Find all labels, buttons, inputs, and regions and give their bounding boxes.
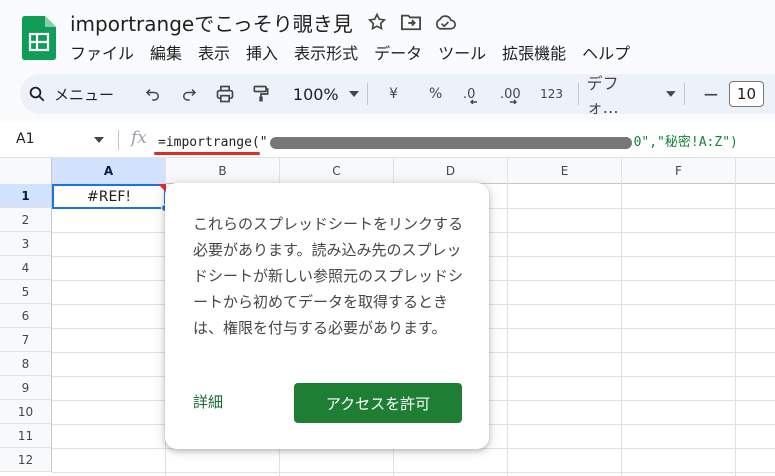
menu-bar: ファイル 編集 表示 挿入 表示形式 データ ツール 拡張機能 ヘルプ bbox=[70, 40, 646, 64]
row-header-10[interactable]: 10 bbox=[0, 400, 52, 424]
column-header-b[interactable]: B bbox=[166, 158, 280, 184]
zoom-value: 100% bbox=[292, 84, 339, 104]
grid-line bbox=[52, 472, 775, 473]
row-header-5[interactable]: 5 bbox=[0, 280, 52, 304]
toolbar-divider bbox=[683, 83, 685, 105]
column-header-a[interactable]: A bbox=[52, 158, 166, 184]
decrease-font-size-button[interactable]: − bbox=[695, 78, 727, 110]
row-header-2[interactable]: 2 bbox=[0, 208, 52, 232]
menu-extensions[interactable]: 拡張機能 bbox=[502, 40, 566, 64]
menu-search-button[interactable]: メニュー bbox=[28, 78, 135, 110]
number-format-button[interactable]: 123 bbox=[536, 78, 568, 110]
toolbar: メニュー 100% ¥ % .0 .00 123 デフォ… − 10 bbox=[20, 74, 775, 117]
move-folder-icon[interactable] bbox=[400, 11, 422, 33]
increase-decimal-button[interactable]: .00 bbox=[498, 78, 530, 110]
toolbar-area: メニュー 100% ¥ % .0 .00 123 デフォ… − 10 bbox=[0, 74, 775, 122]
formula-prefix: =importrange(" bbox=[158, 135, 268, 150]
chevron-down-icon[interactable] bbox=[94, 137, 104, 143]
formula-bar-divider bbox=[118, 130, 119, 150]
font-name: デフォ… bbox=[586, 74, 619, 117]
column-header-c[interactable]: C bbox=[280, 158, 394, 184]
font-size-input[interactable]: 10 bbox=[728, 81, 764, 107]
row-header-6[interactable]: 6 bbox=[0, 304, 52, 328]
percent-format-button[interactable]: % bbox=[420, 78, 452, 110]
toolbar-divider bbox=[366, 83, 368, 105]
popup-message: これらのスプレッドシートをリンクする必要があります。読み込み先のスプレッドシート… bbox=[193, 215, 464, 337]
menu-edit[interactable]: 編集 bbox=[150, 40, 182, 64]
print-icon[interactable] bbox=[209, 78, 241, 110]
sheets-logo-icon[interactable] bbox=[22, 16, 56, 60]
import-range-permission-popup: これらのスプレッドシートをリンクする必要があります。読み込み先のスプレッドシート… bbox=[165, 183, 489, 449]
menu-search-label: メニュー bbox=[54, 85, 115, 104]
row-header-8[interactable]: 8 bbox=[0, 352, 52, 376]
menu-tools[interactable]: ツール bbox=[438, 40, 486, 64]
row-header-12[interactable]: 12 bbox=[0, 448, 52, 472]
details-link[interactable]: 詳細 bbox=[193, 391, 223, 412]
document-title[interactable]: importrangeでこっそり覗き見 bbox=[70, 8, 353, 37]
increase-font-size-button[interactable]: + bbox=[766, 78, 775, 110]
cloud-saved-icon[interactable] bbox=[434, 11, 456, 33]
svg-text:.0: .0 bbox=[463, 87, 475, 102]
paint-format-icon[interactable] bbox=[245, 78, 277, 110]
select-all-corner[interactable] bbox=[0, 158, 52, 184]
redo-icon[interactable] bbox=[173, 78, 205, 110]
menu-help[interactable]: ヘルプ bbox=[582, 40, 630, 64]
grid-line bbox=[507, 184, 508, 476]
menu-file[interactable]: ファイル bbox=[70, 40, 134, 64]
undo-icon[interactable] bbox=[137, 78, 169, 110]
cell-a1[interactable]: #REF! bbox=[52, 184, 169, 212]
menu-format[interactable]: 表示形式 bbox=[294, 40, 358, 64]
red-underline-annotation bbox=[154, 152, 260, 155]
redacted-url bbox=[269, 136, 632, 149]
menu-insert[interactable]: 挿入 bbox=[246, 40, 278, 64]
column-header-e[interactable]: E bbox=[508, 158, 622, 184]
row-header-11[interactable]: 11 bbox=[0, 424, 52, 448]
font-select[interactable]: デフォ… bbox=[587, 70, 676, 118]
menu-data[interactable]: データ bbox=[374, 40, 422, 64]
name-box[interactable]: A1 bbox=[16, 131, 34, 147]
chevron-down-icon bbox=[666, 91, 676, 97]
title-bar: importrangeでこっそり覗き見 ファイル 編集 表示 挿入 表示形式 デ… bbox=[0, 0, 775, 74]
zoom-select[interactable]: 100% bbox=[293, 85, 359, 104]
row-header-9[interactable]: 9 bbox=[0, 376, 52, 400]
column-header-d[interactable]: D bbox=[394, 158, 508, 184]
row-header-1[interactable]: 1 bbox=[0, 184, 52, 208]
star-icon[interactable] bbox=[366, 11, 388, 33]
currency-format-button[interactable]: ¥ bbox=[378, 78, 410, 110]
row-header-3[interactable]: 3 bbox=[0, 232, 52, 256]
column-header-f[interactable]: F bbox=[622, 158, 736, 184]
formula-bar: A1 fx =importrange(" 0","秘密!A:Z") bbox=[0, 122, 775, 158]
cell-a1-value: #REF! bbox=[87, 188, 131, 205]
search-icon bbox=[29, 86, 45, 102]
formula-tail: 0","秘密!A:Z") bbox=[633, 135, 738, 150]
row-header-7[interactable]: 7 bbox=[0, 328, 52, 352]
formula-input[interactable]: =importrange(" 0","秘密!A:Z") bbox=[158, 131, 738, 150]
toolbar-divider bbox=[577, 83, 579, 105]
chevron-down-icon bbox=[348, 91, 359, 97]
decrease-decimal-button[interactable]: .0 bbox=[460, 78, 492, 110]
row-header-4[interactable]: 4 bbox=[0, 256, 52, 280]
grid-line bbox=[735, 184, 736, 476]
allow-access-button[interactable]: アクセスを許可 bbox=[294, 383, 462, 423]
fx-icon: fx bbox=[131, 128, 147, 148]
menu-view[interactable]: 表示 bbox=[198, 40, 230, 64]
grid-line bbox=[621, 184, 622, 476]
column-header-g[interactable] bbox=[736, 158, 775, 184]
svg-text:.00: .00 bbox=[500, 87, 521, 102]
